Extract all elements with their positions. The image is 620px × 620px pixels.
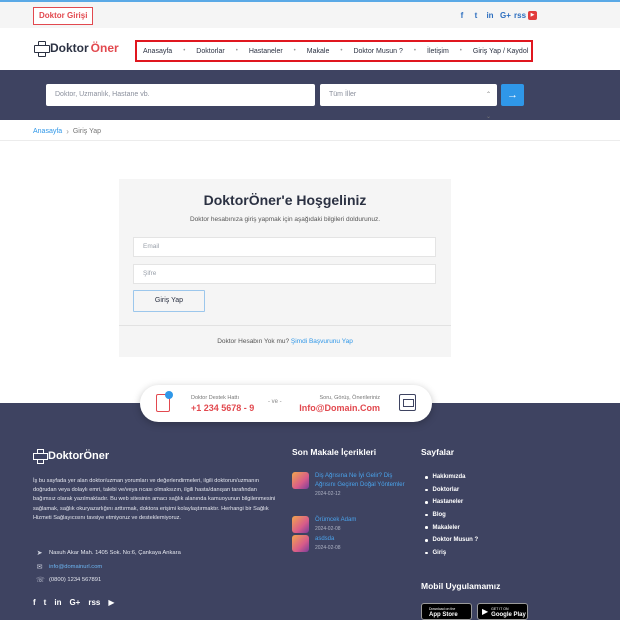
footer-logo[interactable]: DoktorÖner [33,449,109,464]
phone-icon: ☏ [36,577,45,584]
article-thumbnail [292,516,309,533]
or-separator: - ve - [268,399,282,405]
page-link-hastaneler[interactable]: Hastaneler [425,496,478,509]
footer-email: ✉ info@domainurl.com [36,564,103,571]
google-play-icon: ▶ [482,607,489,616]
page-link-blog[interactable]: Blog [425,509,478,522]
pages-heading: Sayfalar [421,447,455,457]
nav-item-iletisim[interactable]: İletişim [427,48,449,55]
google-plus-icon[interactable]: G+ [69,598,80,607]
support-pill: Doktor Destek Hattı +1 234 5678 - 9 - ve… [140,385,432,422]
page-link-hakkimizda[interactable]: Hakkımızda [425,471,478,484]
no-account-text: Doktor Hesabın Yok mu? Şimdi Başvurunu Y… [217,338,353,345]
city-select[interactable]: Tüm İller ⌃ ⌄ [320,84,497,120]
doktor-login-button[interactable]: Doktor Girişi [33,7,94,25]
footer-description: İş bu sayfada yer alan doktor/uzman yoru… [33,478,276,521]
article-date: 2024-02-08 [315,545,341,551]
top-social-links: f t in G+ rss ▶ [458,11,537,20]
article-item[interactable]: Diş Ağrısına Ne İyi Gelir? Diş Ağrısını … [292,472,410,497]
footer-phone: ☏ (0800) 1234 567891 [36,577,102,584]
breadcrumb-home-link[interactable]: Anasayfa [33,128,62,135]
nav-item-anasayfa[interactable]: Anasayfa [143,48,172,55]
app-store-badge[interactable]: Download on the App Store [421,603,472,620]
youtube-icon[interactable]: ▶ [528,11,537,20]
article-item[interactable]: asdsda 2024-02-08 [292,535,410,552]
twitter-icon[interactable]: t [44,598,47,607]
breadcrumb-current: Giriş Yap [72,128,101,135]
location-arrow-icon: ➤ [36,550,43,557]
chevron-right-icon: › [66,127,69,136]
site-logo[interactable]: Doktor Öner [34,41,119,57]
phone-support-icon [156,391,173,412]
login-subtitle: Doktor hesabınıza giriş yapmak için aşağ… [189,216,381,223]
article-date: 2024-02-12 [315,491,341,497]
login-button[interactable]: Giriş Yap [133,290,205,312]
linkedin-icon[interactable]: in [486,11,494,20]
breadcrumb: Anasayfa › Giriş Yap [33,127,101,136]
search-input[interactable]: Doktor, Uzmanlık, Hastane vb. [46,84,315,106]
search-submit-button[interactable]: → [501,84,524,106]
pages-list: Hakkımızda Doktorlar Hastaneler Blog Mak… [425,471,479,560]
chevron-updown-icon: ⌃ ⌄ [485,92,491,120]
nav-item-hastaneler[interactable]: Hastaneler [249,48,283,55]
article-item[interactable]: Örümcek Adam 2024-02-08 [292,516,410,533]
nav-item-doktorlar[interactable]: Doktorlar [196,48,224,55]
article-title[interactable]: Diş Ağrısına Ne İyi Gelir? Diş Ağrısını … [315,472,410,490]
articles-heading: Son Makale İçerikleri [292,447,377,457]
article-thumbnail [292,472,309,489]
article-date: 2024-02-08 [315,526,341,532]
page-link-makaleler[interactable]: Makaleler [425,521,478,534]
article-title[interactable]: asdsda [315,535,410,544]
top-bar: Doktor Girişi f t in G+ rss ▶ [0,0,620,28]
article-thumbnail [292,535,309,552]
login-title: DoktorÖner'e Hoşgeliniz [203,192,367,208]
feedback-label: Soru, Görüş, Önerileriniz [319,395,380,401]
login-card: DoktorÖner'e Hoşgeliniz Doktor hesabınız… [119,179,451,357]
main-nav: Anasayfa • Doktorlar • Hastaneler • Makale •… [135,40,533,62]
youtube-icon[interactable]: ▶ [108,598,114,607]
support-email[interactable]: Info@Domain.Com [298,403,380,413]
rss-icon[interactable]: rss [514,11,526,20]
nav-item-makale[interactable]: Makale [307,48,330,55]
support-phone[interactable]: +1 234 5678 - 9 [191,403,254,413]
article-title[interactable]: Örümcek Adam [315,516,410,525]
twitter-icon[interactable]: t [472,11,480,20]
page-link-doktor-musun[interactable]: Doktor Musun ? [425,534,479,547]
support-line-label: Doktor Destek Hattı [191,395,239,401]
google-play-badge[interactable]: ▶ GET IT ON Google Play [477,603,528,620]
medical-cross-icon [34,41,50,57]
mobile-app-heading: Mobil Uygulamamız [421,581,501,591]
nav-item-doktor-musun[interactable]: Doktor Musun ? [353,48,402,55]
apply-link[interactable]: Şimdi Başvurunu Yap [291,338,353,345]
footer-social-links: f t in G+ rss ▶ [33,598,115,607]
password-field[interactable]: Şifre [133,264,436,284]
page-link-giris[interactable]: Giriş [425,547,478,560]
divider [119,325,451,326]
google-plus-icon[interactable]: G+ [500,11,511,20]
envelope-icon: ✉ [36,564,43,571]
medical-cross-icon [33,449,48,464]
facebook-icon[interactable]: f [33,598,36,607]
mail-icon [399,394,416,411]
divider [0,140,620,141]
header: Doktor Öner Anasayfa • Doktorlar • Hastanel… [0,28,620,70]
linkedin-icon[interactable]: in [54,598,61,607]
rss-icon[interactable]: rss [88,598,100,607]
email-field[interactable]: Email [133,237,436,257]
page-link-doktorlar[interactable]: Doktorlar [425,484,478,497]
footer-address: ➤ Nasuh Akar Mah. 1405 Sok. No:6, Çankay… [36,550,181,557]
nav-item-giris-kaydol[interactable]: Giriş Yap / Kaydol [473,48,528,55]
facebook-icon[interactable]: f [458,11,466,20]
